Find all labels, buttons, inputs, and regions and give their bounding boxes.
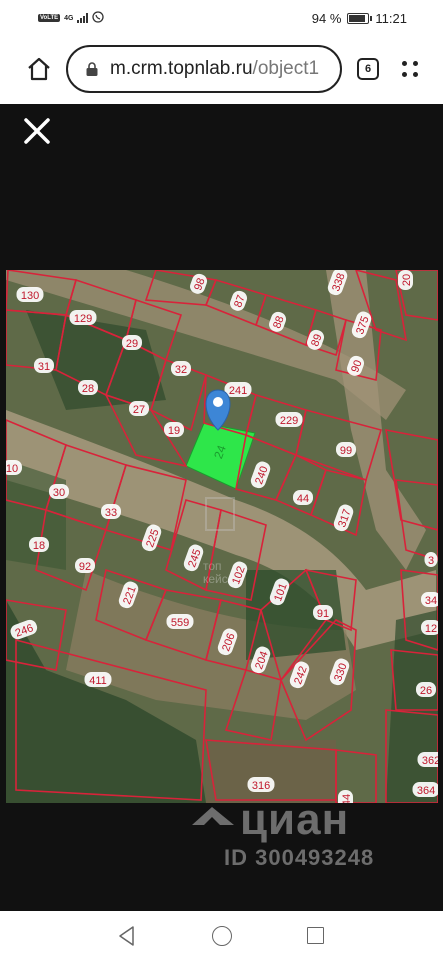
parcel-label: 12 — [421, 620, 438, 635]
parcel-label-text: 241 — [229, 385, 247, 397]
parcel-label-text: 29 — [126, 338, 138, 350]
parcel-label: 44 — [293, 490, 313, 505]
parcel-label: 362 — [417, 752, 438, 767]
address-bar[interactable]: m.crm.topnlab.ru/object1 — [66, 45, 342, 93]
tab-switcher-button[interactable]: 6 — [357, 58, 379, 80]
parcel-label: 99 — [336, 442, 356, 457]
close-icon[interactable] — [22, 116, 52, 146]
url-domain: m.crm.topnlab.ru — [110, 58, 253, 79]
url-path: /object1 — [252, 58, 320, 79]
parcel-label-text: 129 — [74, 313, 92, 325]
parcel-label: 91 — [313, 605, 333, 620]
listing-id-text: ID 300493248 — [224, 845, 375, 870]
parcel-label-text: 28 — [82, 383, 94, 395]
parcel-label-text: 32 — [175, 364, 187, 376]
parcel-label-text: 364 — [417, 785, 435, 797]
parcel-label: 130 — [16, 287, 44, 302]
parcel-label: 3 — [424, 552, 438, 567]
menu-dots-icon[interactable] — [400, 60, 420, 80]
parcel-label-text: 27 — [133, 404, 145, 416]
parcel-label-text: 316 — [252, 780, 270, 792]
status-bar: VoLTE 4G 94 % 11:21 — [0, 0, 443, 36]
battery-icon — [347, 12, 373, 24]
parcel-label: 559 — [166, 614, 194, 629]
parcel-label-text: 130 — [21, 290, 39, 302]
home-icon[interactable] — [26, 56, 52, 82]
parcel-label: 364 — [412, 782, 438, 797]
parcel-label: 27 — [129, 401, 149, 416]
faint-label-1: топ — [203, 559, 222, 573]
parcel-label: 33 — [101, 504, 121, 519]
parcel-label: 241 — [224, 382, 252, 397]
parcel-label-text: 559 — [171, 617, 189, 629]
volte-indicator: VoLTE — [38, 14, 61, 22]
parcel-label: 31 — [34, 358, 54, 373]
parcel-label: 10 — [6, 460, 22, 475]
status-left: VoLTE 4G — [38, 11, 105, 25]
recent-apps-icon[interactable] — [307, 927, 324, 944]
system-navbar — [0, 911, 443, 960]
parcel-label: 18 — [29, 537, 49, 552]
parcel-label-text: 26 — [420, 685, 432, 697]
parcel-label-text: 362 — [422, 755, 438, 767]
parcel-label: 26 — [416, 682, 436, 697]
signal-icon — [77, 13, 89, 23]
parcel-label-text: 44 — [297, 493, 309, 505]
field-south — [206, 740, 336, 803]
parcel-label-text: 18 — [33, 540, 45, 552]
parcel-label: 19 — [164, 422, 184, 437]
cian-brand-text: циан — [240, 795, 350, 844]
browser-toolbar: m.crm.topnlab.ru/object1 6 — [0, 40, 443, 98]
parcel-label: 411 — [84, 672, 112, 687]
status-right: 94 % 11:21 — [312, 11, 407, 26]
parcel-label: 32 — [171, 361, 191, 376]
parcel-label: 20 — [398, 270, 413, 290]
parcel-label: 229 — [275, 412, 303, 427]
parcel-label-text: 10 — [6, 463, 18, 475]
clock: 11:21 — [375, 10, 407, 26]
cadastral-map-image[interactable]: 130 129 29 31 28 27 32 241 19 229 99 240 44 317 10 30 33… — [6, 270, 438, 803]
parcel-label: 34 — [421, 592, 438, 607]
back-icon[interactable] — [117, 925, 137, 952]
parcel-label-text: 91 — [317, 608, 329, 620]
parcel-label-text: 33 — [105, 507, 117, 519]
image-viewer: 130 129 29 31 28 27 32 241 19 229 99 240 44 317 10 30 33… — [0, 104, 443, 911]
parcel-label-text: 19 — [168, 425, 180, 437]
parcel-label: 316 — [247, 777, 275, 792]
url-text: m.crm.topnlab.ru/object1 — [110, 58, 319, 80]
parcel-label-text: 99 — [340, 445, 352, 457]
parcel-label-text: 20 — [401, 274, 413, 286]
parcel-label-text: 34 — [425, 595, 437, 607]
parcel-label-text: 92 — [79, 561, 91, 573]
lock-icon — [86, 62, 98, 76]
cian-logo-icon — [190, 803, 240, 839]
parcel-label-text: 12 — [425, 623, 437, 635]
parcel-label-text: 3 — [428, 555, 434, 567]
map-canvas: 1301292931282732241192299924044317103033… — [6, 270, 438, 803]
faint-label-2: кейс — [203, 572, 228, 586]
parcel-label: 30 — [49, 484, 69, 499]
parcel-label-text: 30 — [53, 487, 65, 499]
parcel-label: 92 — [75, 558, 95, 573]
parcel-label: 28 — [78, 380, 98, 395]
battery-percent: 94 % — [311, 10, 342, 26]
network-type: 4G — [64, 14, 74, 22]
parcel-label: 29 — [122, 335, 142, 350]
parcel-label-text: 229 — [280, 415, 298, 427]
parcel-label-text: 31 — [38, 361, 50, 373]
home-circle-icon[interactable] — [212, 926, 232, 946]
parcel-label-text: 411 — [89, 675, 107, 687]
parcel-label: 129 — [69, 310, 97, 325]
whatsapp-icon — [92, 11, 105, 25]
